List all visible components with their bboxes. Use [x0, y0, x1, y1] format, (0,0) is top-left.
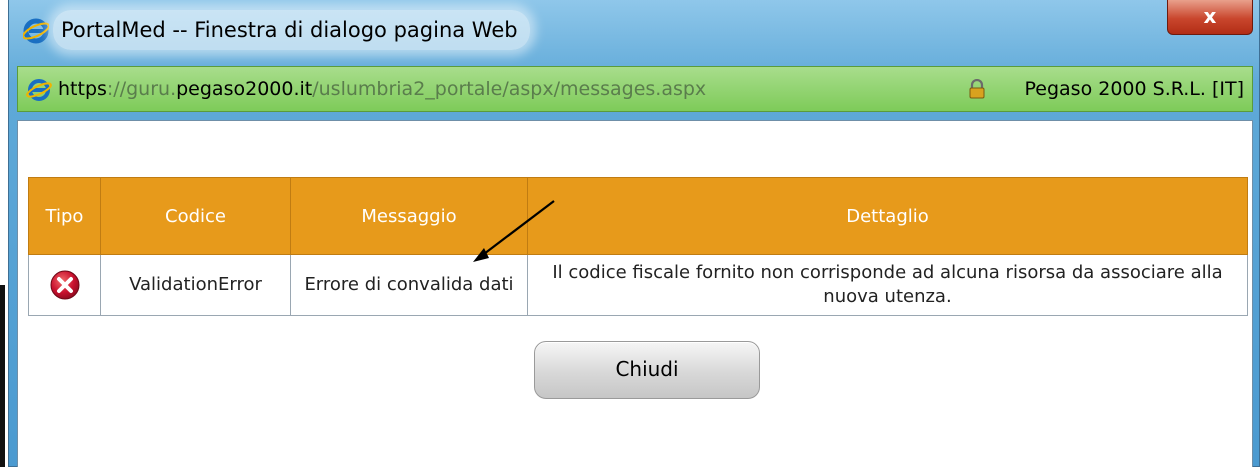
- column-header-dettaglio: Dettaglio: [527, 177, 1248, 255]
- address-bar: https://guru.pegaso2000.it/uslumbria2_po…: [17, 66, 1253, 112]
- internet-explorer-icon: [26, 79, 52, 101]
- table-row: ValidationError Errore di convalida dati…: [28, 254, 1248, 316]
- type-cell: [28, 254, 101, 316]
- column-header-messaggio: Messaggio: [290, 177, 528, 255]
- title-bar[interactable]: PortalMed -- Finestra di dialogo pagina …: [9, 0, 1259, 62]
- messages-table: Tipo Codice Messaggio Dettaglio Validati…: [28, 177, 1248, 316]
- url-text: https://guru.pegaso2000.it/uslumbria2_po…: [58, 67, 706, 111]
- url-subdomain: guru.: [126, 78, 177, 100]
- close-button[interactable]: Chiudi: [534, 341, 760, 399]
- detail-cell: Il codice fiscale fornito non corrispond…: [527, 254, 1248, 316]
- url-scheme: https: [58, 78, 107, 100]
- code-cell: ValidationError: [100, 254, 291, 316]
- window-title: PortalMed -- Finestra di dialogo pagina …: [53, 10, 530, 50]
- lock-icon: [969, 79, 985, 99]
- window-close-button[interactable]: x: [1167, 0, 1253, 35]
- message-cell: Errore di convalida dati: [290, 254, 528, 316]
- error-icon: [50, 270, 79, 300]
- background-edge: [0, 0, 8, 467]
- column-header-codice: Codice: [100, 177, 291, 255]
- url-separator: ://: [106, 78, 127, 100]
- background-bar: [0, 285, 5, 467]
- column-header-tipo: Tipo: [28, 177, 101, 255]
- dialog-content: Tipo Codice Messaggio Dettaglio Validati…: [17, 120, 1253, 467]
- certificate-label[interactable]: Pegaso 2000 S.R.L. [IT]: [1025, 67, 1245, 111]
- url-path: /uslumbria2_portale/aspx/messages.aspx: [312, 78, 707, 100]
- dialog-window: PortalMed -- Finestra di dialogo pagina …: [8, 0, 1260, 467]
- url-domain: pegaso2000.it: [176, 78, 313, 100]
- table-header-row: Tipo Codice Messaggio Dettaglio: [28, 177, 1248, 255]
- internet-explorer-icon: [23, 18, 49, 44]
